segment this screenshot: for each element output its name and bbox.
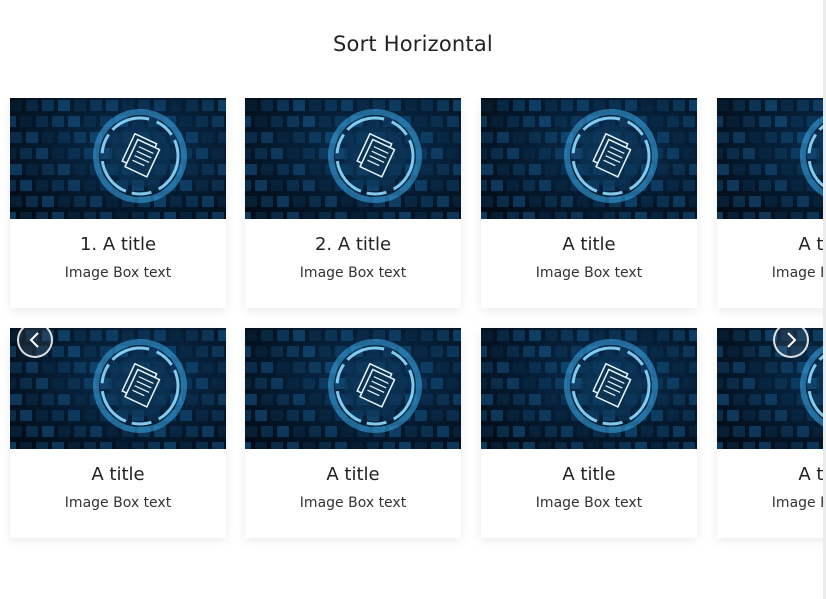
image-box-card[interactable]: 1. A title Image Box text [10,98,226,308]
card-text: Image Box text [299,265,407,281]
image-box-card[interactable]: A title Image Box text [717,328,826,538]
card-text: Image Box text [535,495,643,511]
image-box-card[interactable]: A title Image Box text [10,328,226,538]
card-title: A title [562,234,616,255]
image-box-card[interactable]: 2. A title Image Box text [245,98,461,308]
card-text: Image Box text [64,495,172,511]
document-network-icon [10,98,226,219]
carousel-row: A title Image Box text A title Image Box t… [0,328,826,538]
card-text: Image Box text [771,265,826,281]
document-network-icon [481,328,697,449]
image-box-carousel[interactable]: 1. A title Image Box text 2. A title Image… [0,98,826,558]
image-box-card[interactable]: A title Image Box text [717,98,826,308]
document-network-icon [717,328,826,449]
image-box-card[interactable]: A title Image Box text [481,328,697,538]
document-network-icon [717,98,826,219]
card-text: Image Box text [771,495,826,511]
card-text: Image Box text [299,495,407,511]
image-box-card[interactable]: A title Image Box text [245,328,461,538]
card-text: Image Box text [535,265,643,281]
carousel-next-button[interactable] [773,322,809,358]
document-network-icon [245,98,461,219]
chevron-right-icon [787,332,797,348]
card-text: Image Box text [64,265,172,281]
card-title: A title [798,464,826,485]
carousel-row: 1. A title Image Box text 2. A title Image… [0,98,826,308]
image-box-card[interactable]: A title Image Box text [481,98,697,308]
carousel-prev-button[interactable] [17,322,53,358]
card-title: A title [798,234,826,255]
card-title: 2. A title [314,234,392,255]
card-title: 1. A title [79,234,157,255]
card-title: A title [91,464,145,485]
chevron-left-icon [29,332,39,348]
document-network-icon [245,328,461,449]
document-network-icon [481,98,697,219]
page-title: Sort Horizontal [333,32,493,56]
card-title: A title [326,464,380,485]
card-title: A title [562,464,616,485]
